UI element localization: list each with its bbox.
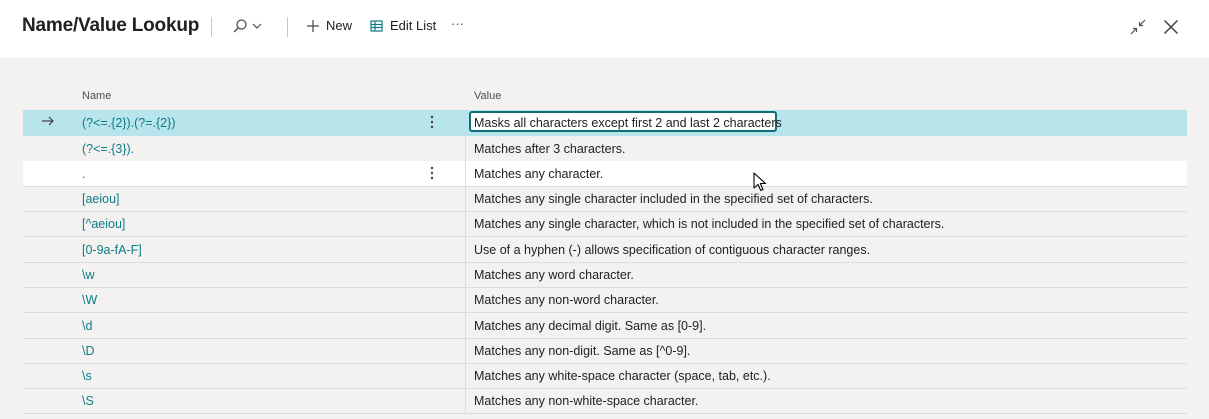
row-value: Matches any non-word character.	[474, 293, 659, 307]
row-value: Matches any character.	[474, 167, 604, 181]
table-row[interactable]: \D Matches any non-digit. Same as [^0-9].	[23, 338, 1187, 364]
new-button[interactable]: New	[306, 18, 352, 33]
toolbar-divider	[287, 17, 288, 37]
table-row[interactable]: \W Matches any non-word character.	[23, 287, 1187, 313]
table-row[interactable]: [0-9a-fA-F] Use of a hyphen (-) allows sp…	[23, 237, 1187, 263]
row-name-link[interactable]: \D	[82, 344, 95, 358]
toolbar-divider	[211, 17, 212, 37]
new-button-label: New	[326, 18, 353, 33]
table-row[interactable]: (?<=.{3}). Matches after 3 characters.	[23, 136, 1187, 162]
column-header-value[interactable]: Value	[474, 90, 501, 102]
column-divider	[465, 388, 466, 413]
row-name-link[interactable]: (?<=.{2}).(?=.{2})	[82, 116, 175, 130]
search-button[interactable]	[232, 18, 262, 34]
table-row[interactable]: [aeiou] Matches any single character incl…	[23, 186, 1187, 212]
row-name-link[interactable]: \W	[82, 293, 97, 307]
table-row[interactable]: \w Matches any word character.	[23, 262, 1187, 288]
column-divider	[465, 363, 466, 388]
table-row[interactable]: . Matches any character.	[23, 161, 1187, 187]
row-name-link[interactable]: \w	[82, 268, 95, 282]
collapse-icon	[1130, 19, 1146, 39]
row-value: Matches any white-space character (space…	[474, 369, 771, 383]
row-name-link[interactable]: [aeiou]	[82, 192, 120, 206]
page-header: Name/Value Lookup New Edit List ···	[0, 0, 1209, 58]
collapse-button[interactable]	[1130, 19, 1146, 40]
row-value: Matches after 3 characters.	[474, 142, 626, 156]
column-header-name[interactable]: Name	[82, 90, 111, 102]
column-divider	[465, 338, 466, 363]
column-divider	[465, 313, 466, 338]
row-value: Matches any decimal digit. Same as [0-9]…	[474, 319, 707, 333]
more-options-button[interactable]: ···	[451, 16, 464, 31]
column-divider	[465, 161, 466, 186]
row-value: Matches any non-digit. Same as [^0-9].	[474, 344, 691, 358]
table-row[interactable]: [^aeiou] Matches any single character, wh…	[23, 211, 1187, 237]
row-value: Use of a hyphen (-) allows specification…	[474, 243, 871, 257]
row-value: Matches any word character.	[474, 268, 634, 282]
row-selected-arrow-icon	[41, 114, 55, 131]
row-actions-icon[interactable]	[430, 165, 434, 184]
close-button[interactable]	[1163, 19, 1179, 40]
column-divider	[465, 211, 466, 236]
row-name-link[interactable]: (?<=.{3}).	[82, 142, 134, 156]
mouse-cursor-icon	[753, 172, 767, 197]
row-value: Matches any non-white-space character.	[474, 394, 699, 408]
close-icon	[1163, 19, 1179, 39]
row-name-link[interactable]: .	[82, 167, 85, 181]
search-icon	[232, 18, 248, 34]
column-divider	[465, 136, 466, 161]
row-value: Masks all characters except first 2 and …	[474, 116, 782, 130]
table-row[interactable]: \s Matches any white-space character (spa…	[23, 363, 1187, 389]
row-name-link[interactable]: [0-9a-fA-F]	[82, 243, 142, 257]
table-row[interactable]: (?<=.{2}).(?=.{2}) Masks all characters e…	[23, 110, 1187, 136]
row-name-link[interactable]: \s	[82, 369, 92, 383]
table-row[interactable]: \S Matches any non-white-space character.	[23, 388, 1187, 414]
row-name-link[interactable]: \S	[82, 394, 94, 408]
row-name-link[interactable]: [^aeiou]	[82, 217, 125, 231]
column-divider	[465, 287, 466, 312]
row-value: Matches any single character, which is n…	[474, 217, 945, 231]
column-divider	[465, 186, 466, 211]
plus-icon	[306, 19, 320, 33]
more-icon: ···	[451, 16, 464, 31]
column-divider	[465, 262, 466, 287]
edit-list-button[interactable]: Edit List	[370, 18, 436, 33]
edit-list-label: Edit List	[390, 18, 437, 33]
column-divider	[465, 237, 466, 262]
row-name-link[interactable]: \d	[82, 319, 92, 333]
edit-list-icon	[370, 19, 384, 33]
table-row[interactable]: \d Matches any decimal digit. Same as [0-…	[23, 313, 1187, 339]
chevron-down-icon	[252, 21, 262, 31]
page-title: Name/Value Lookup	[22, 15, 200, 36]
row-actions-icon[interactable]	[430, 114, 434, 133]
row-value: Matches any single character included in…	[474, 192, 873, 206]
